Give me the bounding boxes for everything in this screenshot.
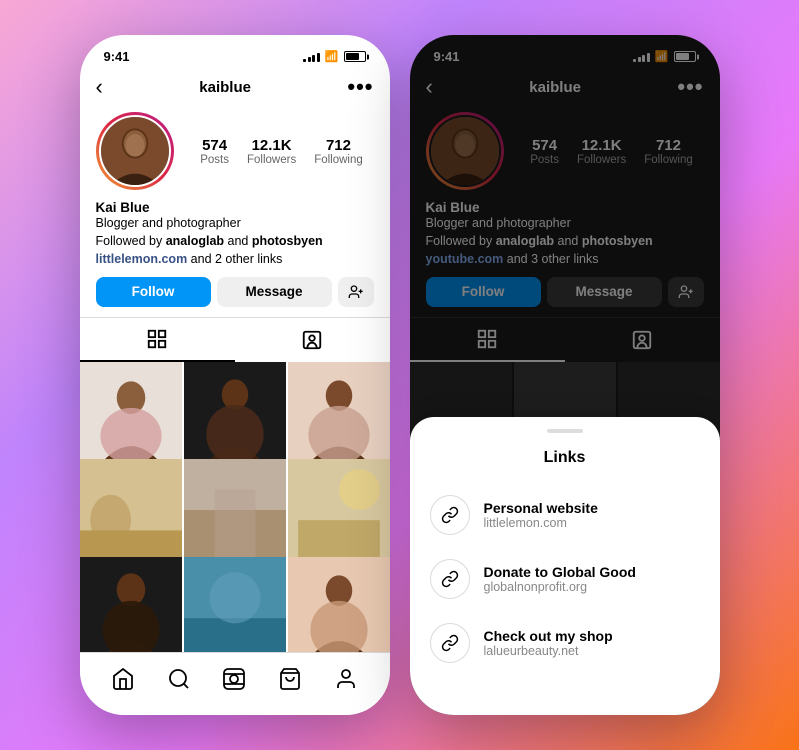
grid-cell-5[interactable]: [184, 459, 286, 561]
following-value-left: 712: [326, 137, 351, 154]
person-button-left[interactable]: [338, 277, 374, 307]
grid-cell-8[interactable]: [184, 557, 286, 653]
status-time-left: 9:41: [104, 49, 130, 64]
action-buttons-left: Follow Message: [96, 277, 374, 307]
grid-cell-6[interactable]: [288, 459, 390, 561]
link-url-0: littlelemon.com: [484, 516, 598, 530]
status-icons-left: 📶: [303, 50, 365, 63]
profile-name-left: Kai Blue: [96, 200, 374, 215]
followers-label-left: Followers: [247, 154, 296, 166]
grid-cell-3[interactable]: [288, 362, 390, 464]
profile-nav-left[interactable]: [324, 663, 368, 695]
status-bar-left: 9:41 📶: [80, 35, 390, 70]
wifi-icon-left: 📶: [325, 50, 339, 63]
grid-cell-4[interactable]: [80, 459, 182, 561]
shop-nav-left[interactable]: [268, 663, 312, 695]
grid-cell-7[interactable]: [80, 557, 182, 653]
phone-right: 9:41 📶 ‹ kaiblue •••: [410, 35, 720, 715]
signal-icon-left: [303, 51, 320, 62]
phone-left: 9:41 📶 ‹ kaiblue •••: [80, 35, 390, 715]
stats-container-left: 574 Posts 12.1K Followers 712 Following: [190, 137, 374, 166]
link-url-1: globalnonprofit.org: [484, 580, 636, 594]
link-title-1: Donate to Global Good: [484, 564, 636, 580]
link-item-1[interactable]: Donate to Global Good globalnonprofit.or…: [410, 547, 720, 611]
stat-following-left[interactable]: 712 Following: [314, 137, 363, 166]
link-icon-1: [430, 559, 470, 599]
link-url-2: lalueurbeauty.net: [484, 644, 613, 658]
link-item-0[interactable]: Personal website littlelemon.com: [410, 483, 720, 547]
link-title-2: Check out my shop: [484, 628, 613, 644]
profile-bio-left: Blogger and photographer Followed by ana…: [96, 215, 374, 250]
reels-nav-left[interactable]: [212, 663, 256, 695]
bio-line1-left: Blogger and photographer: [96, 216, 241, 230]
link-suffix-left: and 2 other links: [187, 252, 282, 266]
followers-value-left: 12.1K: [252, 137, 292, 154]
profile-info-left: Kai Blue Blogger and photographer Follow…: [96, 200, 374, 269]
following-label-left: Following: [314, 154, 363, 166]
posts-value-left: 574: [202, 137, 227, 154]
message-button-left[interactable]: Message: [217, 277, 332, 307]
link-icon-0: [430, 495, 470, 535]
nav-bar-left: ‹ kaiblue •••: [80, 70, 390, 108]
tab-tagged-left[interactable]: [235, 318, 390, 362]
bio-mid-left: and: [224, 234, 252, 248]
profile-section-left: 574 Posts 12.1K Followers 712 Following …: [80, 108, 390, 317]
link-title-0: Personal website: [484, 500, 598, 516]
stat-posts-left[interactable]: 574 Posts: [200, 137, 229, 166]
links-sheet: Links Personal website littlelemon.com: [410, 417, 720, 715]
stat-followers-left[interactable]: 12.1K Followers: [247, 137, 296, 166]
grid-cell-1[interactable]: [80, 362, 182, 464]
battery-icon-left: [344, 51, 366, 62]
back-button-left[interactable]: ‹: [96, 74, 103, 100]
bio-bold1-left: analoglab: [166, 234, 224, 248]
more-button-left[interactable]: •••: [347, 76, 373, 98]
posts-label-left: Posts: [200, 154, 229, 166]
username-left: kaiblue: [199, 79, 251, 96]
link-text-group-2: Check out my shop lalueurbeauty.net: [484, 628, 613, 658]
sheet-handle: [547, 429, 583, 433]
bio-bold2-left: photosbyen: [252, 234, 323, 248]
profile-top-left: 574 Posts 12.1K Followers 712 Following: [96, 112, 374, 190]
search-nav-left[interactable]: [157, 663, 201, 695]
profile-link-left[interactable]: littlelemon.com and 2 other links: [96, 250, 374, 269]
photo-grid-left: [80, 362, 390, 653]
avatar-left: [96, 112, 174, 190]
follow-button-left[interactable]: Follow: [96, 277, 211, 307]
link-text-left: littlelemon.com: [96, 252, 188, 266]
link-text-group-1: Donate to Global Good globalnonprofit.or…: [484, 564, 636, 594]
bio-prefix-left: Followed by: [96, 234, 166, 248]
grid-cell-9[interactable]: [288, 557, 390, 653]
link-item-2[interactable]: Check out my shop lalueurbeauty.net: [410, 611, 720, 675]
link-icon-2: [430, 623, 470, 663]
link-text-group-0: Personal website littlelemon.com: [484, 500, 598, 530]
home-nav-left[interactable]: [101, 663, 145, 695]
sheet-title: Links: [410, 449, 720, 467]
bottom-nav-left: [80, 652, 390, 715]
tab-bar-left: [80, 317, 390, 362]
grid-cell-2[interactable]: [184, 362, 286, 464]
tab-grid-left[interactable]: [80, 318, 235, 362]
